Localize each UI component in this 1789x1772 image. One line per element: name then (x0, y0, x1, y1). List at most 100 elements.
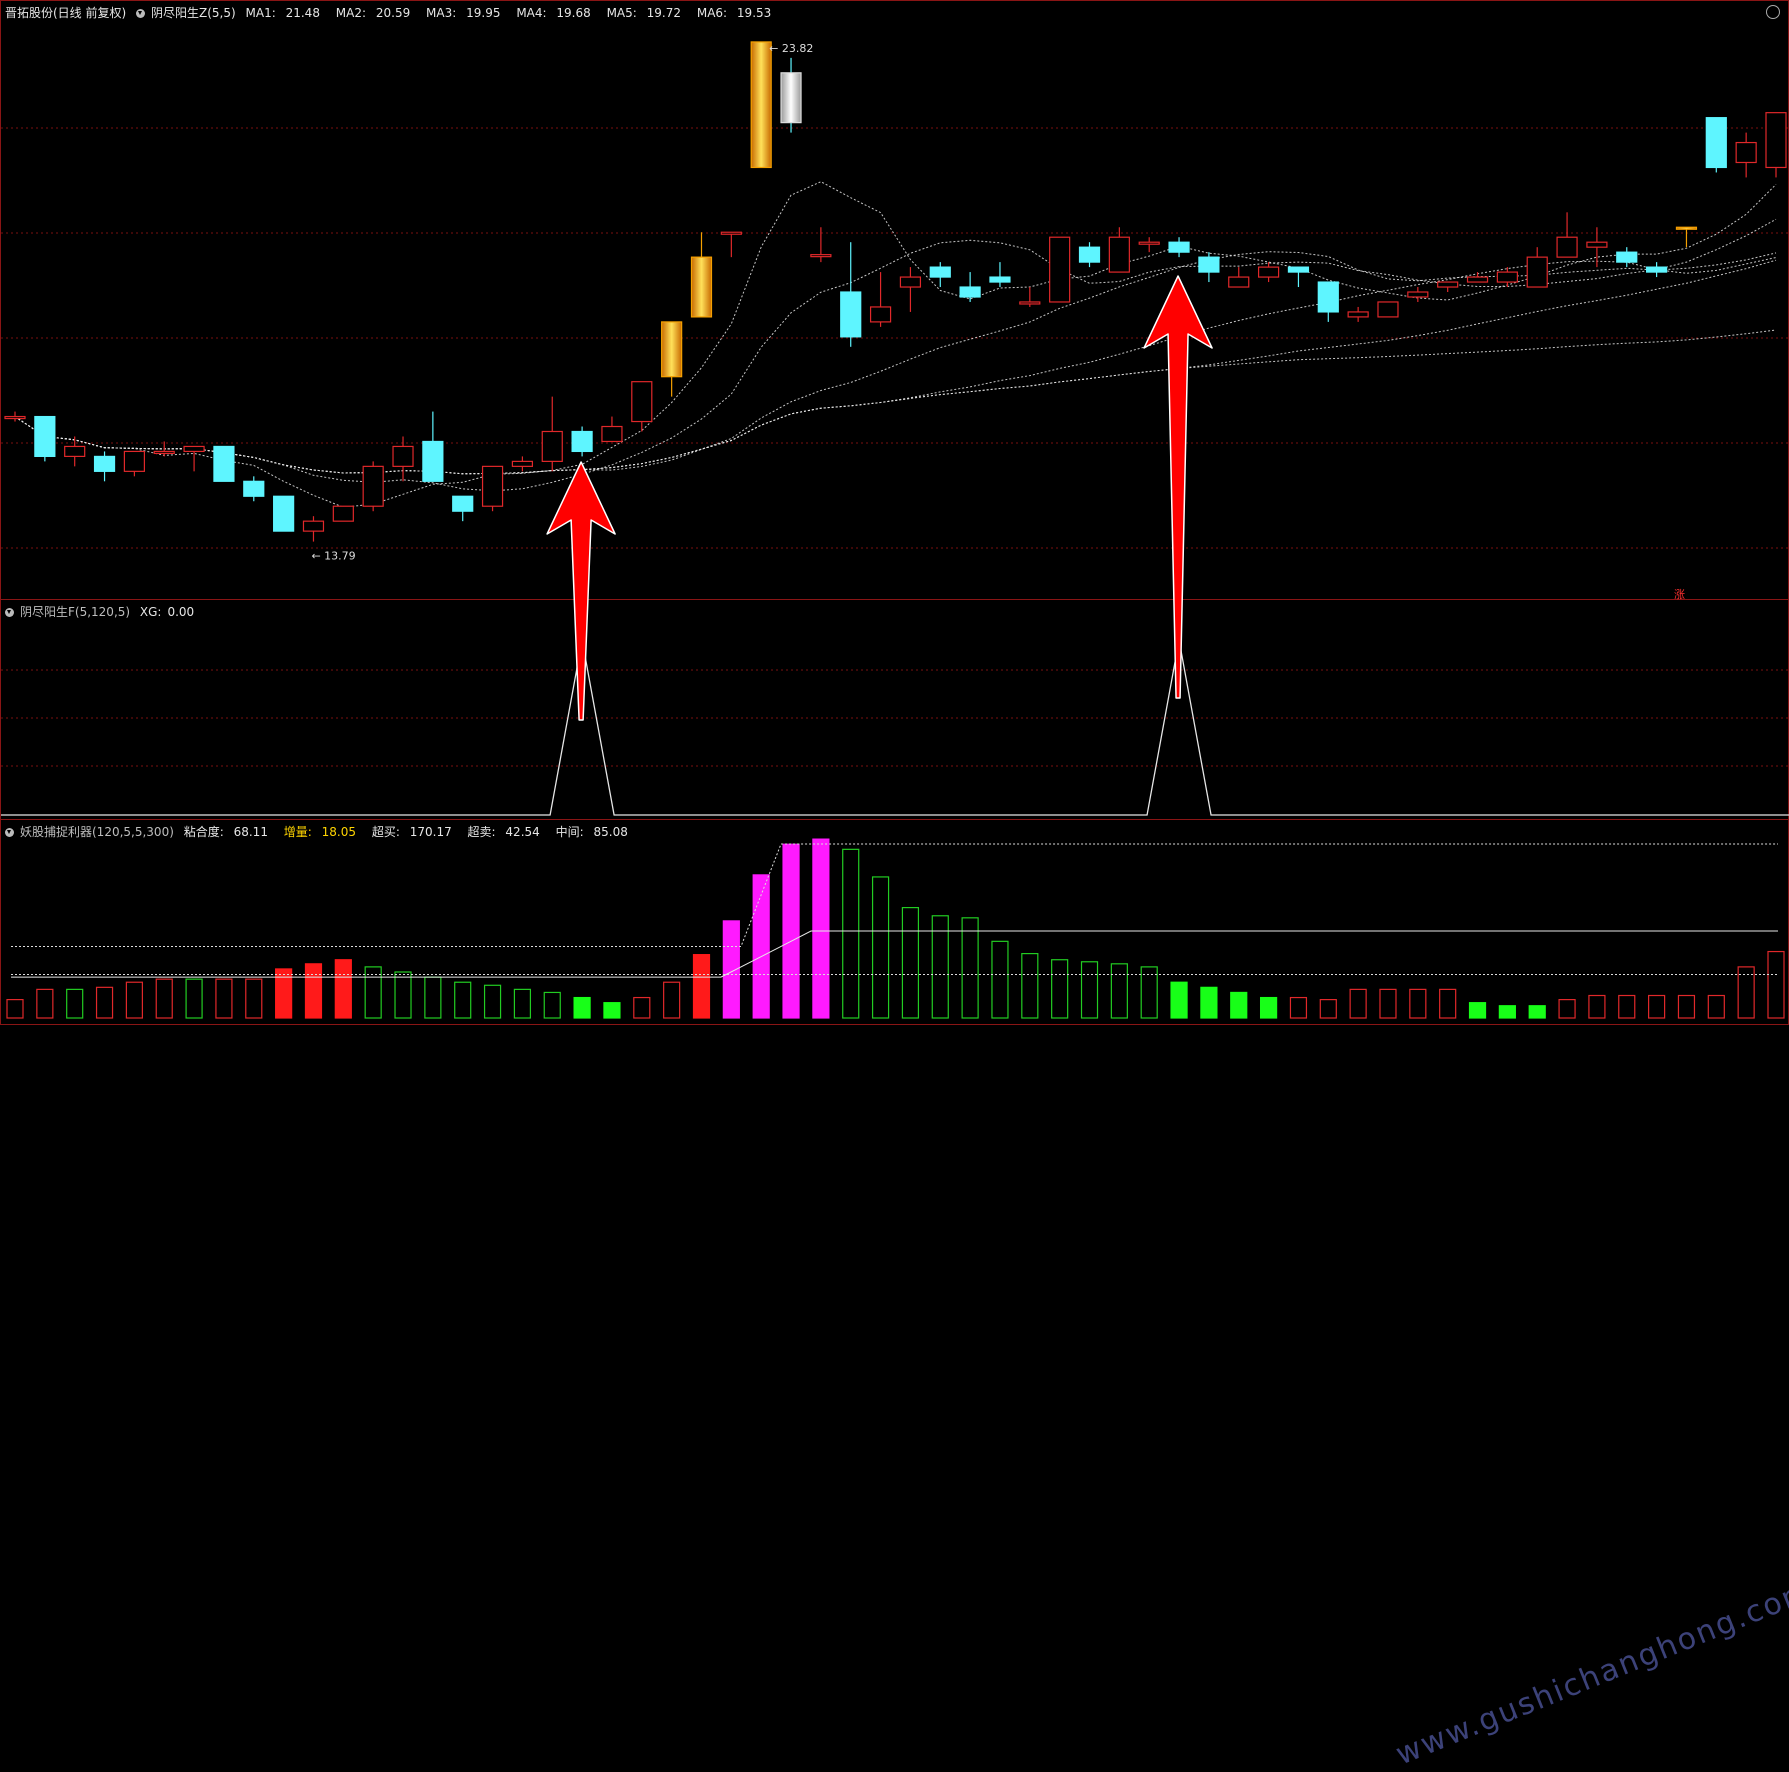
candle-body (1138, 241, 1160, 245)
candle-body (1257, 266, 1280, 278)
volume-bar (782, 843, 800, 1019)
volume-bar (1648, 994, 1666, 1019)
candle-body (1496, 271, 1518, 283)
volume-bar (1319, 999, 1337, 1019)
candlestick-chart[interactable]: ← 23.82 ← 13.79 (1, 1, 1789, 601)
candle (1526, 247, 1548, 288)
volume-indicator-panel[interactable]: 妖股捕捉利器(120,5,5,300) 粘合度: 68.11 增量: 18.05… (0, 820, 1789, 1772)
signal-indicator-panel[interactable]: 阴尽阳生F(5,120,5) XG: 0.00 (0, 600, 1789, 820)
candle (4, 411, 26, 422)
candle (64, 436, 86, 467)
candle-body (34, 415, 56, 458)
candle (750, 41, 772, 169)
volume-bar (1767, 950, 1785, 1019)
candle-body (1466, 276, 1489, 283)
xg-signal-line (1, 639, 1789, 816)
candle (899, 267, 922, 312)
field-zengliang: 增量: 18.05 (283, 825, 357, 839)
candle-body (720, 231, 742, 235)
candle-body (541, 430, 563, 462)
candle (1138, 237, 1160, 253)
candle (1257, 262, 1280, 283)
field-nianhedu: 粘合度: 68.11 (183, 825, 268, 839)
volume-bar (125, 981, 143, 1019)
candle (1437, 281, 1459, 293)
candle (1556, 212, 1578, 258)
panel-settings-icon[interactable] (1766, 5, 1780, 19)
candle (1317, 281, 1339, 322)
volume-bar (752, 874, 770, 1019)
volume-bar (1259, 996, 1278, 1019)
candle (332, 505, 354, 522)
main-chart-panel[interactable]: 晋拓股份(日线 前复权) 阴尽阳生Z(5,5) MA1: 21.48 MA2: … (0, 0, 1789, 601)
volume-bar (66, 988, 84, 1019)
candle (1228, 267, 1250, 288)
candle (273, 495, 295, 532)
indicator-menu-icon[interactable] (5, 828, 14, 837)
candle (1496, 267, 1518, 288)
candle (183, 445, 205, 472)
volume-bar (155, 978, 173, 1019)
candle-body (601, 425, 623, 443)
volume-bar (1498, 1005, 1516, 1019)
candle (362, 461, 384, 512)
candle-body (1705, 117, 1727, 169)
field-chaomaichu: 超卖: 42.54 (467, 825, 540, 839)
ma-line (14, 181, 1777, 508)
volume-bar (1528, 1005, 1546, 1019)
candle (1168, 237, 1190, 258)
candle (601, 416, 623, 443)
candle (1646, 262, 1668, 278)
bottom-indicator-name[interactable]: 妖股捕捉利器(120,5,5,300) (20, 825, 174, 839)
volume-bar (6, 999, 24, 1019)
volume-bar (603, 1002, 621, 1019)
volume-bar (991, 940, 1009, 1019)
candle-body (989, 276, 1011, 283)
candle-body (1019, 301, 1041, 305)
candle (959, 272, 981, 302)
candle-body (1168, 241, 1190, 253)
ma-line (14, 251, 1777, 475)
volume-bar (901, 906, 920, 1019)
ma5-readout: MA5: 19.72 (606, 6, 682, 20)
candle-body (840, 291, 862, 338)
candle (422, 411, 444, 482)
candle-body (690, 256, 713, 318)
volume-bar (215, 978, 233, 1019)
volume-bar (1349, 988, 1367, 1019)
candle-body (1616, 251, 1638, 263)
volume-bar (1080, 961, 1099, 1019)
main-indicator-name[interactable]: 阴尽阳生Z(5,5) (151, 6, 236, 20)
candle-body (571, 430, 593, 453)
bottom-panel-header: 妖股捕捉利器(120,5,5,300) 粘合度: 68.11 增量: 18.05… (5, 823, 640, 840)
volume-bar (513, 988, 532, 1019)
indicator-menu-icon[interactable] (136, 9, 146, 18)
mid-indicator-name[interactable]: 阴尽阳生F(5,120,5) (20, 605, 130, 619)
candle-body (661, 321, 683, 378)
volume-bar (1110, 963, 1128, 1019)
volume-bar (483, 984, 502, 1019)
candle-body (1675, 226, 1698, 230)
candle (213, 445, 235, 482)
candle-body (93, 455, 116, 472)
volume-bar (692, 954, 711, 1019)
candle-body (631, 381, 653, 423)
candle (1407, 287, 1429, 302)
rise-flag: 涨 (1674, 588, 1685, 601)
candle (541, 396, 563, 472)
candle (1675, 226, 1698, 248)
candle (1049, 236, 1071, 303)
candle-body (481, 465, 504, 507)
candle-body (810, 254, 832, 258)
candle (929, 262, 951, 288)
stock-name[interactable]: 晋拓股份(日线 前复权) (5, 6, 126, 20)
candle-body (1735, 141, 1757, 164)
candle (1347, 306, 1369, 322)
indicator-menu-icon[interactable] (5, 608, 14, 617)
candle (1377, 301, 1399, 318)
ma6-readout: MA6: 19.53 (696, 6, 772, 20)
volume-bar (1409, 988, 1427, 1019)
candle-body (1556, 236, 1578, 258)
volume-bar (454, 981, 472, 1019)
volume-bar (394, 971, 412, 1019)
